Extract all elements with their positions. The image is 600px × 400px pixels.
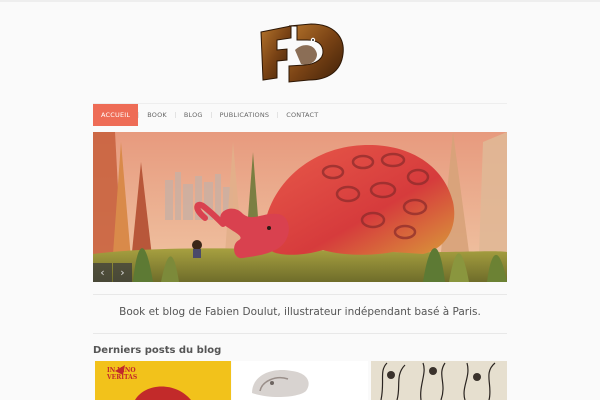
post-thumbnail-caption: IN VINO VERITAS bbox=[107, 367, 138, 381]
divider bbox=[93, 294, 507, 295]
slider-next-button[interactable]: › bbox=[113, 263, 132, 282]
blog-post-thumbnail[interactable] bbox=[232, 361, 368, 400]
hero-slider[interactable]: ‹ › bbox=[93, 132, 507, 282]
site-logo[interactable] bbox=[257, 20, 345, 84]
main-nav: ACCUEIL BOOK BLOG PUBLICATIONS CONTACT bbox=[93, 103, 507, 126]
fd-monogram-icon bbox=[260, 23, 344, 83]
nav-item-book[interactable]: BOOK bbox=[139, 104, 175, 126]
hero-illustration bbox=[93, 132, 507, 282]
blog-post-thumbnail[interactable] bbox=[371, 361, 507, 400]
top-border bbox=[0, 0, 600, 2]
nav-item-accueil[interactable]: ACCUEIL bbox=[93, 104, 139, 126]
post-thumbnail-image bbox=[232, 361, 368, 400]
nav-item-contact[interactable]: CONTACT bbox=[278, 104, 326, 126]
slider-prev-button[interactable]: ‹ bbox=[93, 263, 112, 282]
nav-item-publications[interactable]: PUBLICATIONS bbox=[212, 104, 278, 126]
nav-item-blog[interactable]: BLOG bbox=[176, 104, 211, 126]
blog-post-thumbnail[interactable]: IN VINO VERITAS bbox=[95, 361, 231, 400]
blog-section-title: Derniers posts du blog bbox=[93, 345, 222, 356]
site-tagline: Book et blog de Fabien Doulut, illustrat… bbox=[119, 306, 481, 318]
divider bbox=[93, 333, 507, 334]
post-thumbnail-image bbox=[371, 361, 507, 400]
chevron-left-icon: ‹ bbox=[100, 266, 105, 279]
chevron-right-icon: › bbox=[120, 266, 125, 279]
